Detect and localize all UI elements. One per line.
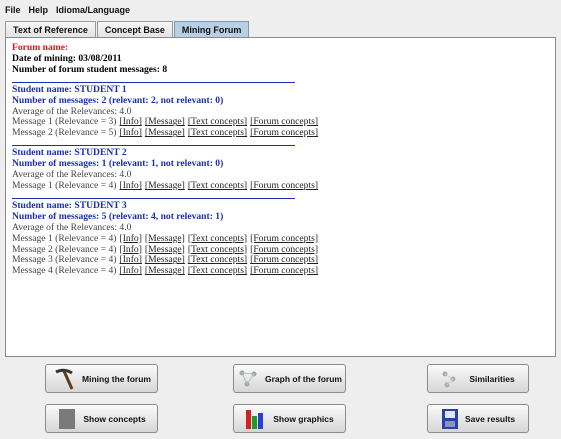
message-label: Message 1 (Relevance = 4) (12, 232, 117, 244)
info-link[interactable]: [Info] (120, 265, 142, 276)
message-label: Message 1 (Relevance = 3) (12, 116, 117, 128)
message-row: Message 4 (Relevance = 4) [Info] [Message]… (12, 265, 555, 277)
tab-mining-forum[interactable]: Mining Forum (173, 21, 250, 38)
student-block: Student name: STUDENT 1 Number of message… (12, 83, 555, 140)
tab-bar: Text of Reference Concept Base Mining Fo… (5, 21, 250, 38)
message-count: Number of forum student messages: 8 (12, 63, 168, 75)
student-separator (12, 81, 295, 83)
info-link[interactable]: [Info] (120, 180, 142, 191)
mining-forum-button[interactable]: Mining the forum (45, 364, 158, 393)
message-label: Message 1 (Relevance = 4) (12, 179, 117, 191)
forum-concepts-link[interactable]: [Forum concepts] (250, 116, 318, 127)
text-concepts-link[interactable]: [Text concepts] (188, 116, 247, 127)
message-link[interactable]: [Message] (145, 254, 185, 265)
show-graphics-label: Show graphics (273, 413, 334, 424)
info-link[interactable]: [Info] (120, 116, 142, 127)
forum-concepts-link[interactable]: [Forum concepts] (250, 265, 318, 276)
graph-icon (237, 368, 259, 390)
pickaxe-icon (52, 368, 76, 390)
info-link[interactable]: [Info] (120, 244, 142, 255)
student-message-summary: Number of messages: 2 (relevant: 2, not … (12, 94, 224, 106)
text-concepts-link[interactable]: [Text concepts] (188, 233, 247, 244)
student-name: Student name: STUDENT 1 (12, 83, 127, 95)
text-concepts-link[interactable]: [Text concepts] (188, 254, 247, 265)
info-link[interactable]: [Info] (120, 254, 142, 265)
forum-concepts-link[interactable]: [Forum concepts] (250, 244, 318, 255)
similarities-label: Similarities (469, 373, 515, 384)
tab-text-of-reference[interactable]: Text of Reference (5, 21, 96, 38)
similarities-button[interactable]: Similarities (427, 364, 529, 393)
message-row: Message 2 (Relevance = 5) [Info] [Message]… (12, 127, 555, 139)
graph-forum-button[interactable]: Graph of the forum (233, 364, 346, 393)
tab-concept-base[interactable]: Concept Base (96, 21, 173, 38)
graph-forum-label: Graph of the forum (265, 373, 342, 384)
message-link[interactable]: [Message] (145, 127, 185, 138)
forum-concepts-link[interactable]: [Forum concepts] (250, 233, 318, 244)
student-list: Student name: STUDENT 1 Number of message… (12, 81, 555, 278)
info-link[interactable]: [Info] (120, 233, 142, 244)
save-results-label: Save results (464, 413, 516, 424)
text-concepts-link[interactable]: [Text concepts] (188, 180, 247, 191)
save-results-button[interactable]: Save results (427, 404, 529, 433)
forum-concepts-link[interactable]: [Forum concepts] (250, 180, 318, 191)
similarity-icon (441, 368, 463, 390)
show-graphics-button[interactable]: Show graphics (233, 404, 346, 433)
report-panel[interactable]: Forum name: Date of mining: 03/08/2011 N… (5, 37, 556, 357)
bar-graphics-icon (245, 408, 267, 430)
show-concepts-button[interactable]: Show concepts (45, 404, 158, 433)
forum-concepts-link[interactable]: [Forum concepts] (250, 127, 318, 138)
menu-language[interactable]: Idioma/Language (56, 5, 130, 15)
student-block: Student name: STUDENT 2 Number of message… (12, 147, 555, 192)
menu-help[interactable]: Help (29, 5, 49, 15)
menu-bar: File Help Idioma/Language (0, 0, 561, 20)
message-label: Message 2 (Relevance = 4) (12, 243, 117, 255)
student-separator (12, 197, 295, 199)
concepts-icon (57, 408, 77, 430)
text-concepts-link[interactable]: [Text concepts] (188, 127, 247, 138)
text-concepts-link[interactable]: [Text concepts] (188, 265, 247, 276)
student-block: Student name: STUDENT 3 Number of message… (12, 200, 555, 277)
action-buttons: Mining the forum Graph of the forum Simi… (5, 360, 556, 439)
mining-forum-label: Mining the forum (82, 373, 151, 384)
message-label: Message 3 (Relevance = 4) (12, 254, 117, 266)
message-link[interactable]: [Message] (145, 265, 185, 276)
message-row: Message 1 (Relevance = 4) [Info] [Message]… (12, 179, 555, 192)
text-concepts-link[interactable]: [Text concepts] (188, 244, 247, 255)
message-label: Message 2 (Relevance = 5) (12, 127, 117, 139)
message-label: Message 4 (Relevance = 4) (12, 265, 117, 277)
message-link[interactable]: [Message] (145, 180, 185, 191)
menu-file[interactable]: File (5, 5, 21, 15)
save-disk-icon (441, 408, 459, 430)
show-concepts-label: Show concepts (83, 413, 146, 424)
student-separator (12, 145, 295, 147)
info-link[interactable]: [Info] (120, 127, 142, 138)
message-link[interactable]: [Message] (145, 244, 185, 255)
message-link[interactable]: [Message] (145, 116, 185, 127)
forum-concepts-link[interactable]: [Forum concepts] (250, 254, 318, 265)
message-link[interactable]: [Message] (145, 233, 185, 244)
